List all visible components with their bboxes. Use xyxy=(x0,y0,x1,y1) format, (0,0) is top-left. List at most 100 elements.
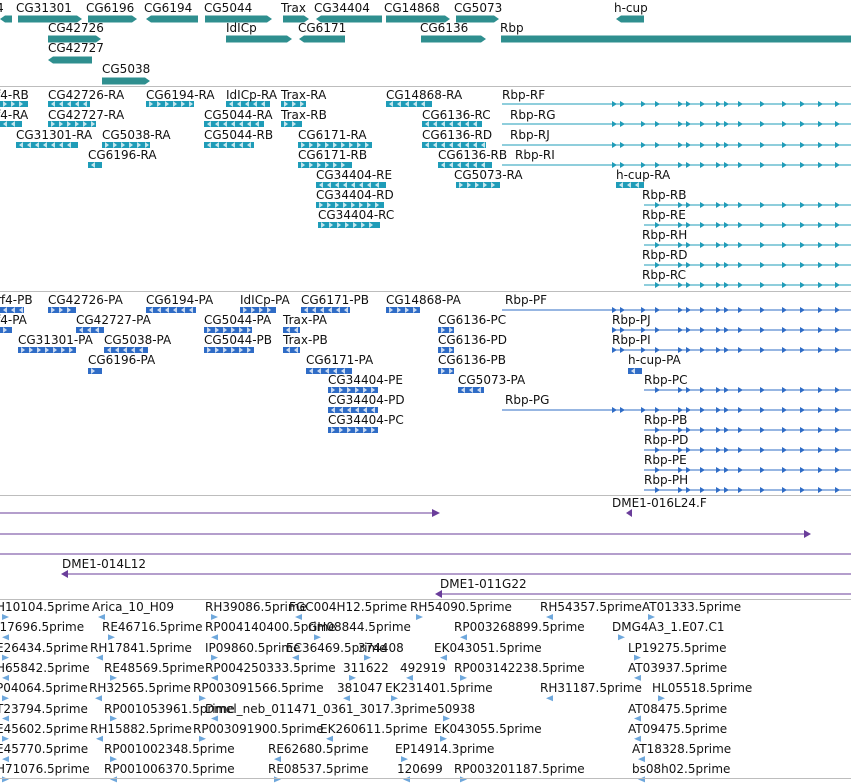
transcript-rbp-rc-exon[interactable] xyxy=(686,282,691,288)
transcript-label-f4-rb[interactable]: f4-RB xyxy=(0,88,29,102)
est-arrow[interactable] xyxy=(211,634,218,641)
transcript-rbp-rf-exon[interactable] xyxy=(700,101,705,107)
est-label-rh54357-5prime[interactable]: RH54357.5prime xyxy=(540,600,642,614)
transcript-rbp-re-exon[interactable] xyxy=(818,222,823,228)
transcript-rbp-rg-exon[interactable] xyxy=(738,121,743,127)
protein-label-cg31301-pa[interactable]: CG31301-PA xyxy=(18,333,93,347)
est-label-rh17841-5prime[interactable]: RH17841.5prime xyxy=(90,641,192,655)
protein-rbp-pc-exon[interactable] xyxy=(700,387,705,393)
est-arrow[interactable] xyxy=(110,715,117,722)
transcript-rbp-ri-exon[interactable] xyxy=(724,162,729,168)
protein-rbp-pf-exon[interactable] xyxy=(800,307,805,313)
transcript-label-cg5044-rb[interactable]: CG5044-RB xyxy=(204,128,273,142)
transcript-label-trax-ra[interactable]: Trax-RA xyxy=(281,88,326,102)
est-arrow[interactable] xyxy=(295,614,302,620)
protein-label-rbp-pi[interactable]: Rbp-PI xyxy=(612,333,651,347)
protein-rbp-pg-exon[interactable] xyxy=(800,407,805,413)
transcript-rbp-rc-exon[interactable] xyxy=(700,282,705,288)
protein-rbp-pb-exon[interactable] xyxy=(700,427,705,433)
est-arrow[interactable] xyxy=(274,756,281,763)
est-label-rh54090-5prime[interactable]: RH54090.5prime xyxy=(410,600,512,614)
transcript-rbp-rd-exon[interactable] xyxy=(700,262,705,268)
protein-rbp-ph-exon[interactable] xyxy=(678,487,683,493)
protein-rbp-ph-exon[interactable] xyxy=(800,487,805,493)
transcript-rbp-ri-exon[interactable] xyxy=(686,162,691,168)
est-label-381047[interactable]: 381047 xyxy=(337,681,383,695)
transcript-rbp-rb-exon[interactable] xyxy=(716,202,721,208)
transcript-rbp-rc-exon[interactable] xyxy=(738,282,743,288)
transcript-rbp-re-exon[interactable] xyxy=(835,222,840,228)
protein-rbp-pd-exon[interactable] xyxy=(700,447,705,453)
transcript-label-cg42726-ra[interactable]: CG42726-RA xyxy=(48,88,124,102)
est-arrow[interactable] xyxy=(416,614,423,620)
est-label-dmg4a3-1-e07-c1[interactable]: DMG4A3_1.E07.C1 xyxy=(612,620,725,634)
est-label-rp003201187-5prime[interactable]: RP003201187.5prime xyxy=(454,762,585,776)
protein-label-cg14868-pa[interactable]: CG14868-PA xyxy=(386,293,461,307)
transcript-rbp-rc-exon[interactable] xyxy=(782,282,787,288)
protein-rbp-pi-exon[interactable] xyxy=(620,347,625,353)
protein-label-rbp-pd[interactable]: Rbp-PD xyxy=(644,433,688,447)
protein-rbp-pd-exon[interactable] xyxy=(724,447,729,453)
transcript-label-rbp-rd[interactable]: Rbp-RD xyxy=(642,248,687,262)
est-label-e45602-5prime[interactable]: E45602.5prime xyxy=(0,722,88,736)
transcript-rbp-rg-exon[interactable] xyxy=(782,121,787,127)
protein-rbp-pf-exon[interactable] xyxy=(738,307,743,313)
est-arrow[interactable] xyxy=(199,735,206,742)
est-label-rp003091566-5prime[interactable]: RP003091566.5prime xyxy=(193,681,324,695)
est-label-re46716-5prime[interactable]: RE46716.5prime xyxy=(102,620,203,634)
protein-label-cg6136-pc[interactable]: CG6136-PC xyxy=(438,313,506,327)
transcript-rbp-rd-exon[interactable] xyxy=(835,262,840,268)
transcript-label-cg6194-ra[interactable]: CG6194-RA xyxy=(146,88,215,102)
transcript-rbp-rb-exon[interactable] xyxy=(782,202,787,208)
gene-label-idicp[interactable]: IdICp xyxy=(226,21,257,35)
transcript-rbp-rc-exon[interactable] xyxy=(818,282,823,288)
est-arrow[interactable] xyxy=(634,735,641,742)
protein-label-cg6136-pd[interactable]: CG6136-PD xyxy=(438,333,507,347)
transcript-rbp-rf-exon[interactable] xyxy=(655,101,660,107)
est-label-ep14914-3prime[interactable]: EP14914.3prime xyxy=(395,742,494,756)
protein-rbp-pj-exon[interactable] xyxy=(686,327,691,333)
clone-label-dme1-016l24-f[interactable]: DME1-016L24.F xyxy=(612,496,707,510)
est-arrow[interactable] xyxy=(648,614,655,620)
transcript-rbp-re-exon[interactable] xyxy=(700,222,705,228)
transcript-rbp-rb-exon[interactable] xyxy=(760,202,765,208)
protein-label-rf4-pb[interactable]: rf4-PB xyxy=(0,293,33,307)
protein-rbp-pe-exon[interactable] xyxy=(760,467,765,473)
est-arrow[interactable] xyxy=(98,614,105,620)
transcript-rbp-rc-exon[interactable] xyxy=(716,282,721,288)
est-label-at01333-5prime[interactable]: AT01333.5prime xyxy=(642,600,741,614)
protein-rbp-pg-exon[interactable] xyxy=(760,407,765,413)
est-label-e26434-5prime[interactable]: E26434.5prime xyxy=(0,641,88,655)
est-label-rh31187-5prime[interactable]: RH31187.5prime xyxy=(540,681,642,695)
clone-dme1-016l24-f[interactable] xyxy=(626,509,632,517)
protein-rbp-pi-exon[interactable] xyxy=(818,347,823,353)
protein-rbp-pg-exon[interactable] xyxy=(724,407,729,413)
transcript-rbp-rg-exon[interactable] xyxy=(612,121,617,127)
protein-rbp-pj-exon[interactable] xyxy=(724,327,729,333)
est-label-ek043055-5prime[interactable]: EK043055.5prime xyxy=(434,722,542,736)
transcript-cg5044-rb[interactable] xyxy=(204,142,254,148)
protein-rbp-pc-exon[interactable] xyxy=(760,387,765,393)
protein-rbp-pj-exon[interactable] xyxy=(678,327,683,333)
protein-label-cg6196-pa[interactable]: CG6196-PA xyxy=(88,353,155,367)
est-arrow[interactable] xyxy=(343,695,350,702)
protein-rbp-pj-exon[interactable] xyxy=(738,327,743,333)
transcript-rbp-re-exon[interactable] xyxy=(760,222,765,228)
protein-rbp-pg-exon[interactable] xyxy=(700,407,705,413)
est-arrow[interactable] xyxy=(618,634,625,641)
transcript-rbp-rf-exon[interactable] xyxy=(678,101,683,107)
est-arrow[interactable] xyxy=(96,654,103,661)
protein-rbp-pf-exon[interactable] xyxy=(818,307,823,313)
transcript-rbp-rh-exon[interactable] xyxy=(818,242,823,248)
transcript-rbp-rg-exon[interactable] xyxy=(716,121,721,127)
protein-rbp-pf-exon[interactable] xyxy=(835,307,840,313)
transcript-rbp-rj-exon[interactable] xyxy=(782,142,787,148)
protein-rbp-ph-exon[interactable] xyxy=(686,487,691,493)
est-arrow[interactable] xyxy=(391,695,398,702)
transcript-rbp-rh-exon[interactable] xyxy=(760,242,765,248)
protein-rbp-pj-exon[interactable] xyxy=(835,327,840,333)
est-label-rp001006370-5prime[interactable]: RP001006370.5prime xyxy=(104,762,235,776)
est-arrow[interactable] xyxy=(634,715,641,722)
est-label-dmel-neb-011471-0361-3017-3prime[interactable]: Dmel_neb_011471_0361_3017.3prime xyxy=(205,702,437,716)
transcript-rbp-rc-exon[interactable] xyxy=(678,282,683,288)
